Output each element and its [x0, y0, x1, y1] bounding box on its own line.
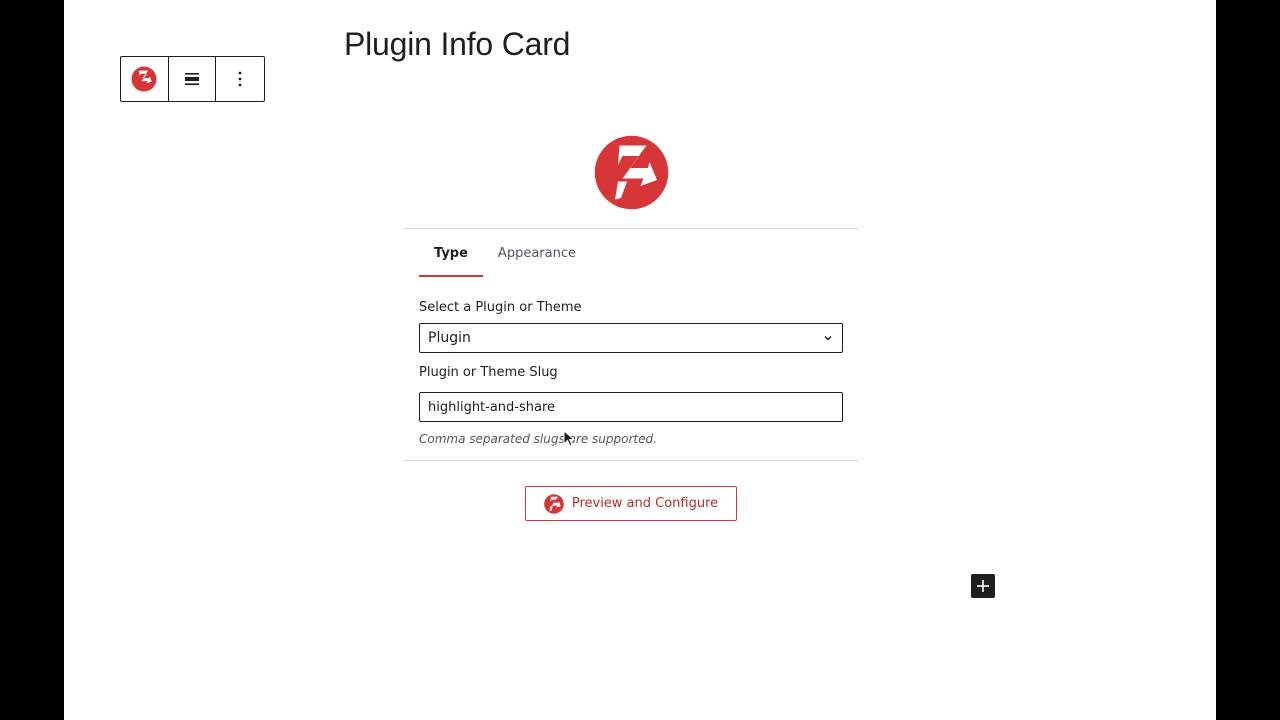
tab-type[interactable]: Type: [419, 229, 483, 277]
align-wide-icon: [185, 73, 199, 85]
editor-canvas: [64, 0, 1216, 720]
more-options-icon: [238, 71, 242, 87]
slug-label: Plugin or Theme Slug: [419, 365, 558, 380]
card-tabs: Type Appearance: [419, 229, 591, 277]
preview-and-configure-button[interactable]: Preview and Configure: [525, 486, 737, 521]
select-label: Select a Plugin or Theme: [419, 300, 582, 315]
tab-appearance[interactable]: Appearance: [483, 229, 591, 277]
plugin-type-select[interactable]: Plugin: [419, 323, 843, 353]
block-type-button[interactable]: [121, 57, 169, 101]
align-button[interactable]: [169, 57, 217, 101]
preview-button-label: Preview and Configure: [571, 496, 719, 511]
card-divider-bottom: [402, 460, 859, 461]
add-block-button[interactable]: [971, 574, 995, 598]
page-title[interactable]: Plugin Info Card: [344, 26, 570, 63]
more-options-button[interactable]: [216, 57, 264, 101]
block-toolbar: [120, 56, 265, 102]
plugin-info-card-logo-icon: [544, 493, 564, 514]
select-value: Plugin: [428, 330, 471, 346]
mouse-cursor-icon: [563, 430, 575, 447]
slug-input[interactable]: [419, 392, 843, 422]
chevron-down-icon: [824, 335, 832, 341]
plugin-info-card-logo-icon: [131, 66, 157, 92]
slug-help-text: Comma separated slugs are supported.: [419, 432, 657, 446]
plus-icon: [977, 580, 989, 592]
plugin-info-card-logo-icon: [594, 135, 669, 210]
